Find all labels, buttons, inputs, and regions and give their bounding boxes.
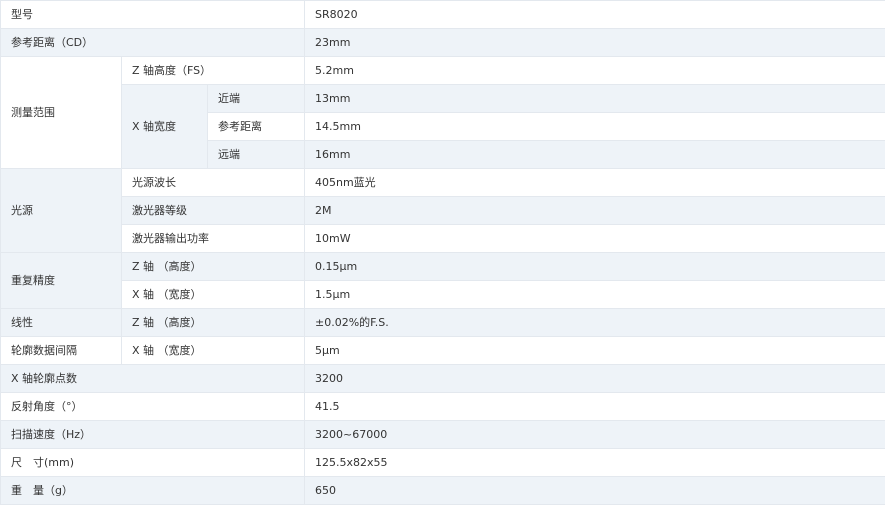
table-row-range-z: 测量范围 Z 轴高度（FS） 5.2mm — [0, 56, 885, 169]
weight-value: 650 — [304, 476, 885, 505]
linearity-label: 线性 — [0, 308, 122, 337]
reference-distance-value: 23mm — [304, 28, 885, 57]
range-z-axis-value: 5.2mm — [304, 56, 885, 85]
table-row-dimensions: 尺 寸(mm) 125.5x82x55 — [0, 448, 885, 477]
model-label: 型号 — [0, 0, 305, 29]
repeat-x-value: 1.5μm — [304, 280, 885, 309]
table-row-weight: 重 量（g） 650 — [0, 476, 885, 505]
laser-class-label: 激光器等级 — [121, 196, 305, 225]
range-far-label: 远端 — [207, 140, 305, 169]
dimensions-label: 尺 寸(mm) — [0, 448, 305, 477]
repeatability-label: 重复精度 — [0, 252, 122, 309]
repeat-z-value: 0.15μm — [304, 252, 885, 281]
range-far-value: 16mm — [304, 140, 885, 169]
x-profile-points-label: X 轴轮廓点数 — [0, 364, 305, 393]
table-row-laser-class: 激光器等级 2M — [1, 196, 885, 225]
table-row-laser-power: 激光器输出功率 10mW — [1, 224, 885, 253]
repeat-x-label: X 轴 （宽度） — [121, 280, 305, 309]
scan-speed-label: 扫描速度（Hz） — [0, 420, 305, 449]
weight-label: 重 量（g） — [0, 476, 305, 505]
linearity-sub-label: Z 轴 （高度） — [121, 308, 305, 337]
profile-interval-label: 轮廓数据间隔 — [0, 336, 122, 365]
table-row-profile-interval: 轮廓数据间隔 X 轴 （宽度） 5μm — [0, 336, 885, 365]
model-value: SR8020 — [304, 0, 885, 29]
dimensions-value: 125.5x82x55 — [304, 448, 885, 477]
measurement-range-label: 测量范围 — [0, 56, 122, 169]
reflection-angle-value: 41.5 — [304, 392, 885, 421]
range-near-label: 近端 — [207, 84, 305, 113]
table-row-reflection-angle: 反射角度（°） 41.5 — [0, 392, 885, 421]
table-row-light-wavelength: 光源 光源波长 405nm蓝光 — [0, 168, 885, 253]
table-row-repeat-x: X 轴 （宽度） 1.5μm — [1, 280, 885, 309]
table-row-model: 型号 SR8020 — [0, 0, 885, 29]
wavelength-value: 405nm蓝光 — [304, 168, 885, 197]
repeat-z-label: Z 轴 （高度） — [121, 252, 305, 281]
range-x-axis-label: X 轴宽度 — [121, 84, 208, 169]
scan-speed-value: 3200~67000 — [304, 420, 885, 449]
table-row-scan-speed: 扫描速度（Hz） 3200~67000 — [0, 420, 885, 449]
table-row-repeat-z: 重复精度 Z 轴 （高度） 0.15μm — [0, 252, 885, 309]
reference-distance-label: 参考距离（CD） — [0, 28, 305, 57]
spec-table: 型号 SR8020 参考距离（CD） 23mm 测量范围 Z 轴高度（FS） 5… — [0, 0, 885, 505]
profile-interval-value: 5μm — [304, 336, 885, 365]
range-ref-label: 参考距离 — [207, 112, 305, 141]
table-row-reference-distance: 参考距离（CD） 23mm — [0, 28, 885, 57]
x-profile-points-value: 3200 — [304, 364, 885, 393]
range-ref-value: 14.5mm — [304, 112, 885, 141]
range-near-value: 13mm — [304, 84, 885, 113]
table-row-linearity: 线性 Z 轴 （高度） ±0.02%的F.S. — [0, 308, 885, 337]
reflection-angle-label: 反射角度（°） — [0, 392, 305, 421]
profile-interval-sub-label: X 轴 （宽度） — [121, 336, 305, 365]
range-z-axis-label: Z 轴高度（FS） — [121, 56, 305, 85]
table-row-x-profile-points: X 轴轮廓点数 3200 — [0, 364, 885, 393]
linearity-value: ±0.02%的F.S. — [304, 308, 885, 337]
wavelength-label: 光源波长 — [121, 168, 305, 197]
light-source-label: 光源 — [0, 168, 122, 253]
laser-power-value: 10mW — [304, 224, 885, 253]
laser-power-label: 激光器输出功率 — [121, 224, 305, 253]
laser-class-value: 2M — [304, 196, 885, 225]
table-row-range-near: X 轴宽度 近端 13mm — [1, 84, 885, 169]
